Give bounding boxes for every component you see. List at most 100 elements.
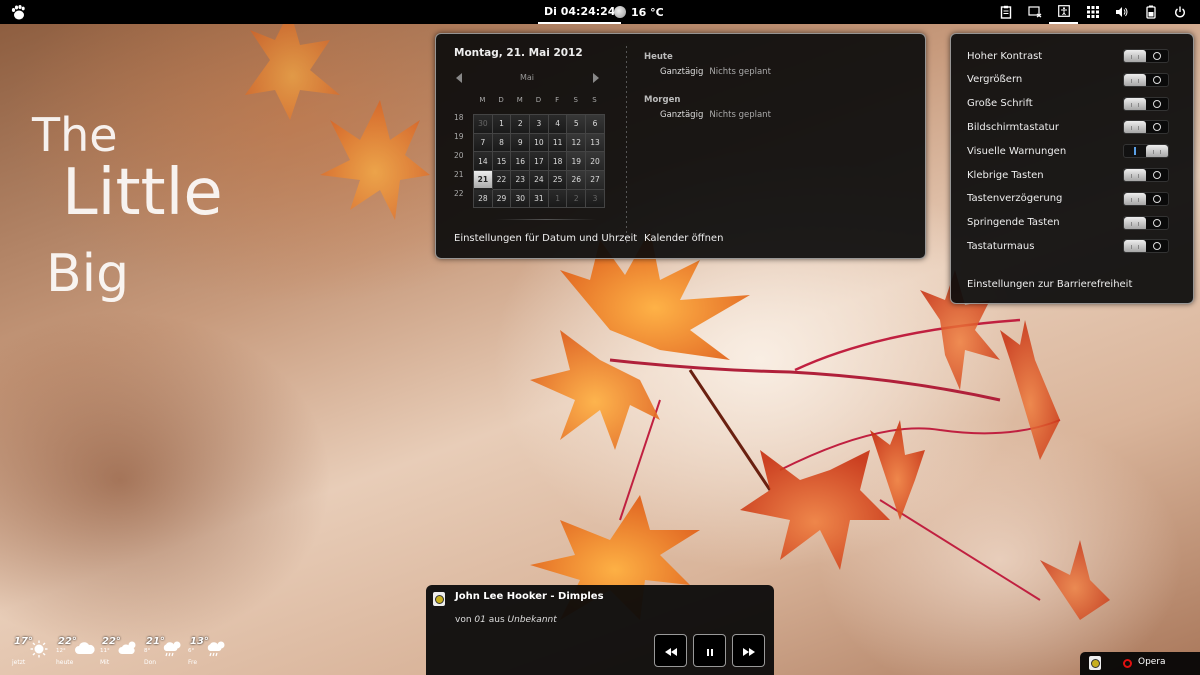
calendar-day[interactable]: 17 [530,152,549,172]
calendar-day[interactable]: 11 [548,133,568,153]
toggle-knob [1146,145,1168,158]
toggle-knob [1124,121,1146,134]
forecast-day-label: jetzt [12,659,26,666]
media-player-notification: John Lee Hooker - Dimples von 01 aus Unb… [426,585,774,675]
calendar-day[interactable]: 10 [530,133,549,153]
toggle-switch[interactable] [1123,72,1169,87]
calendar-day[interactable]: 19 [567,152,587,172]
track-title: John Lee Hooker - Dimples [455,591,604,602]
calendar-day[interactable]: 28 [474,189,493,209]
toggle-switch[interactable] [1123,96,1169,111]
calendar-weekday-header: MDMDFSS [473,96,604,104]
calendar-popup: Montag, 21. Mai 2012 Mai MDMDFSS 18 19 20 2… [435,33,926,259]
pause-icon [706,641,713,660]
calendar-day[interactable]: 7 [474,133,493,153]
calendar-day[interactable]: 9 [511,133,531,153]
calendar-day[interactable]: 25 [548,171,568,190]
opera-icon[interactable] [1123,659,1132,668]
calendar-day[interactable]: 3 [530,115,549,134]
power-icon[interactable] [1165,0,1194,24]
opera-label[interactable]: Opera [1138,657,1166,667]
accessibility-settings-link[interactable]: Einstellungen zur Barrierefreiheit [967,279,1132,290]
toggle-off-indicator-icon [1146,240,1168,252]
calendar-day[interactable]: 12 [567,133,587,153]
calendar-day[interactable]: 5 [567,115,587,134]
clock-button[interactable]: Di 04:24:24 [538,0,622,24]
forecast-low-temp: 11° [100,648,110,654]
toggle-switch[interactable] [1123,144,1169,159]
calendar-day[interactable]: 4 [548,115,568,134]
grid-icon[interactable] [1078,0,1107,24]
calendar-day[interactable]: 1 [548,189,568,209]
calendar-day[interactable]: 27 [586,171,605,190]
event-text: Nichts geplant [709,110,771,120]
calendar-day[interactable]: 22 [492,171,512,190]
accessibility-option-row: Hoher Kontrast [967,49,1169,63]
calendar-day[interactable]: 30 [511,189,531,209]
events-tomorrow-heading: Morgen [644,95,681,105]
calendar-day[interactable]: 2 [511,115,531,134]
calendar-day[interactable]: 26 [567,171,587,190]
display-icon[interactable] [1020,0,1049,24]
weather-indicator[interactable]: 16 °C [614,0,664,24]
status-tray [991,0,1194,24]
calendar-day[interactable]: 16 [511,152,531,172]
pause-button[interactable] [693,634,726,667]
toggle-switch[interactable] [1123,239,1169,254]
accessibility-icon[interactable] [1049,0,1078,24]
toggle-switch[interactable] [1123,168,1169,182]
calendar-day[interactable]: 8 [492,133,512,153]
sun-icon [30,640,50,658]
weekday-label: S [573,96,578,104]
calendar-day[interactable]: 24 [530,171,549,190]
toggle-knob [1124,50,1146,62]
calendar-day[interactable]: 18 [548,152,568,172]
battery-icon[interactable] [1136,0,1165,24]
volume-icon[interactable] [1107,0,1136,24]
open-calendar-link[interactable]: Kalender öffnen [644,233,723,244]
calendar-day[interactable]: 1 [492,115,512,134]
gnome-foot-icon[interactable] [10,4,26,20]
calendar-day[interactable]: 23 [511,171,531,190]
calendar-day[interactable]: 30 [474,115,493,134]
calendar-separator [626,46,627,246]
rhythmbox-tray-icon[interactable] [1089,656,1101,670]
previous-track-button[interactable] [654,634,687,667]
calendar-day[interactable]: 13 [586,133,605,153]
message-tray: Opera [1080,652,1200,675]
week-number: 21 [454,170,464,179]
weekday-label: S [592,96,597,104]
calendar-day[interactable]: 15 [492,152,512,172]
toggle-knob [1124,216,1146,229]
accessibility-option-row: Klebrige Tasten [967,168,1169,182]
toggle-off-indicator-icon [1146,193,1168,205]
calendar-day[interactable]: 31 [530,189,549,209]
toggle-switch[interactable] [1123,120,1169,135]
prev-month-icon[interactable] [456,73,462,83]
toggle-switch[interactable] [1123,215,1169,230]
date-time-settings-link[interactable]: Einstellungen für Datum und Uhrzeit [454,233,637,244]
calendar-day[interactable]: 20 [586,152,605,172]
calendar-day[interactable]: 6 [586,115,605,134]
clipboard-icon[interactable] [991,0,1020,24]
accessibility-option-label: Tastenverzögerung [967,193,1063,205]
toggle-knob [1124,192,1146,205]
title-line-1: The [32,108,118,162]
calendar-day[interactable]: 2 [567,189,587,209]
calendar-day[interactable]: 29 [492,189,512,209]
calendar-day[interactable]: 14 [474,152,493,172]
accessibility-option-label: Bildschirmtastatur [967,121,1059,133]
forecast-day-label: Don [144,659,157,666]
toggle-knob [1124,97,1146,110]
next-month-icon[interactable] [593,73,599,83]
title-line-2: Little [62,156,223,230]
accessibility-popup: Einstellungen zur Barrierefreiheit Hoher… [950,33,1194,304]
calendar-day[interactable]: 3 [586,189,605,209]
next-track-button[interactable] [732,634,765,667]
event-tomorrow: Ganztägig Nichts geplant [660,110,771,120]
week-number: 20 [454,151,464,160]
toggle-switch[interactable] [1123,49,1169,63]
toggle-switch[interactable] [1123,191,1169,206]
calendar-day-today[interactable]: 21 [474,171,493,190]
toggle-on-indicator-icon [1124,145,1146,157]
